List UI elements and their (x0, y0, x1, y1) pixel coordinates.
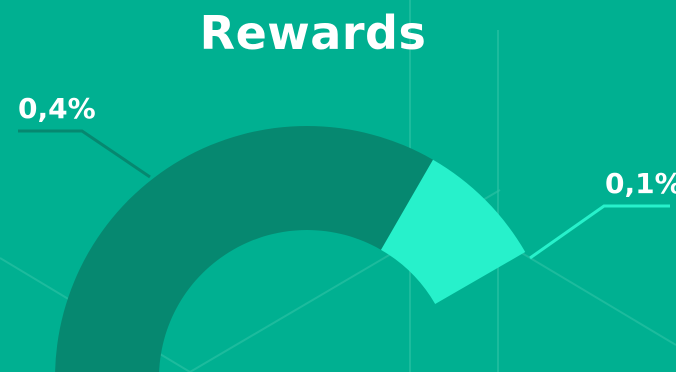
decor-line (499, 239, 676, 346)
data-label-slice-0: 0,4% (18, 92, 96, 125)
leader-line-0 (18, 129, 151, 179)
leader-line-1 (529, 204, 670, 260)
donut-slices (55, 126, 526, 372)
chart-title: Rewards (199, 6, 427, 60)
data-label-slice-1: 0,1% (605, 167, 676, 200)
chart-stage: Rewards 0,4% 0,1% (0, 0, 676, 372)
donut-slice-0 (55, 126, 433, 372)
